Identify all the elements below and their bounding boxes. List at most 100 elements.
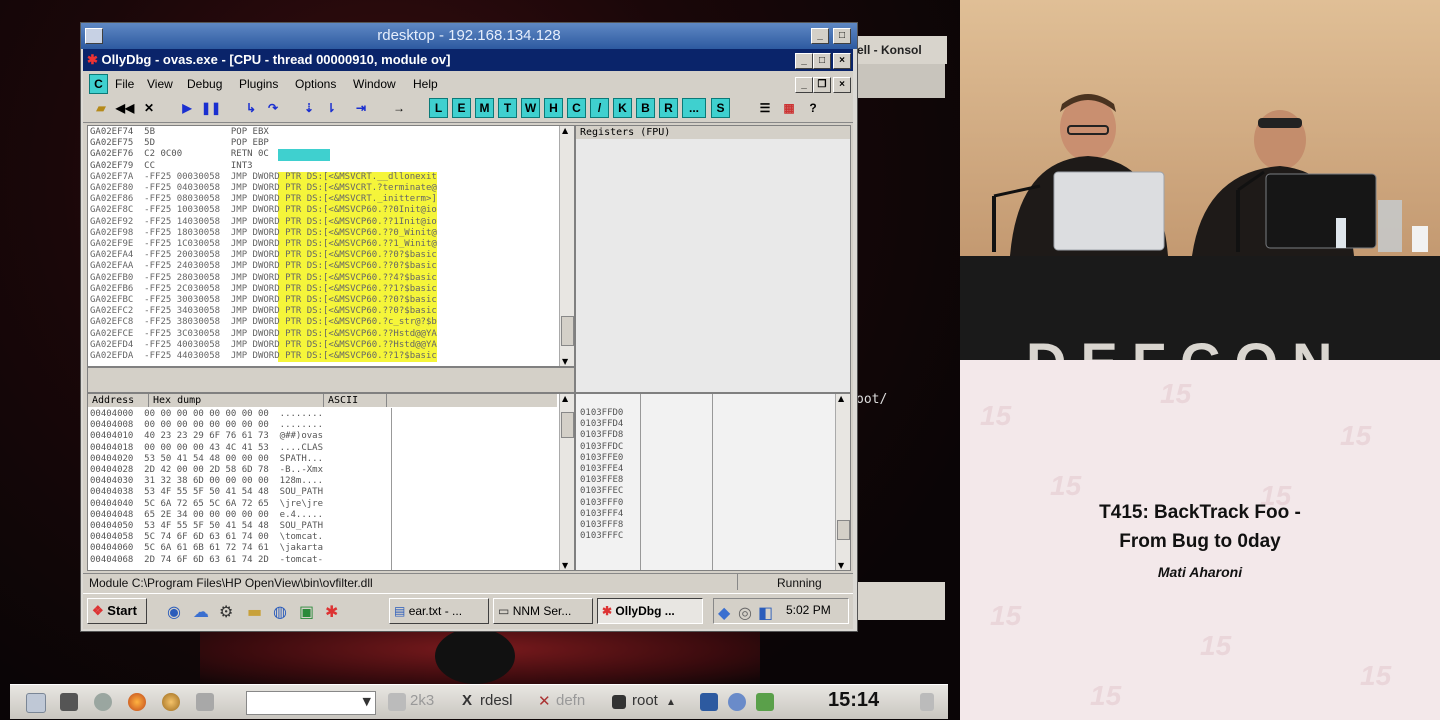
quicklaunch-network-icon[interactable]: ☁ xyxy=(193,602,209,621)
dump-address-header[interactable]: Address xyxy=(88,394,149,407)
kde-show-desktop-icon[interactable] xyxy=(26,693,46,713)
trace-into-icon[interactable]: ⇣ xyxy=(299,98,319,118)
toolbar-windows-button[interactable]: W xyxy=(521,98,540,118)
dumptext-row[interactable]: 00404008 00 00 00 00 00 00 00 00 .......… xyxy=(90,420,323,431)
olly-minimize-button[interactable]: _ xyxy=(795,53,813,69)
dumptext-row[interactable]: 00404040 5C 6A 72 65 5C 6A 72 65 \jre\jr… xyxy=(90,499,323,510)
disassembly-pane[interactable]: GA02EF74 5B POP EBX GA02EF75 5D POP EBP GA… xyxy=(87,125,575,367)
disasm-row[interactable]: GA02EF76 C2 0C00 RETN 0C xyxy=(90,149,437,161)
dumptext-row[interactable]: 00404018 00 00 00 00 43 4C 41 53 ....CLA… xyxy=(90,443,323,454)
quicklaunch-app-icon[interactable]: ▣ xyxy=(299,602,314,621)
menu-debug[interactable]: Debug xyxy=(187,77,222,91)
task-nnm-services[interactable]: ▭ NNM Ser... xyxy=(493,598,593,624)
kde-terminal-icon[interactable] xyxy=(60,693,78,711)
disasm-row[interactable]: GA02EFC8 -FF25 38030058 JMP DWORD PTR DS… xyxy=(90,317,437,329)
disassembly-scrollbar[interactable]: ▲ ▼ xyxy=(559,126,574,366)
ollydbg-title-bar[interactable]: ✱ OllyDbg - ovas.exe - [CPU - thread 000… xyxy=(83,49,853,71)
menu-file[interactable]: File xyxy=(115,77,134,91)
dumptext-row[interactable]: 00404048 65 2E 34 00 00 00 00 00 e.4....… xyxy=(90,510,323,521)
registers-header[interactable]: Registers (FPU) xyxy=(576,126,850,139)
menu-options[interactable]: Options xyxy=(295,77,336,91)
dumptext-row[interactable]: 00404068 2D 74 6F 6D 63 61 74 2D -tomcat… xyxy=(90,555,323,566)
appearance-icon[interactable]: ▦ xyxy=(779,98,799,118)
stacktext-row[interactable]: 0103FFD8 xyxy=(580,430,623,441)
close-icon[interactable]: ✕ xyxy=(139,98,159,118)
toolbar-patches-button[interactable]: / xyxy=(590,98,609,118)
goto-icon[interactable]: → xyxy=(389,98,409,118)
kde-task-2k3[interactable]: 2k3 xyxy=(410,692,434,709)
tray-monitor-icon[interactable]: ◧ xyxy=(758,603,773,622)
disasm-row[interactable]: GA02EF7A -FF25 00030058 JMP DWORD PTR DS… xyxy=(90,171,437,184)
dumptext-row[interactable]: 00404058 5C 74 6F 6D 63 61 74 00 \tomcat… xyxy=(90,532,323,543)
disasm-row[interactable]: GA02EFB0 -FF25 28030058 JMP DWORD PTR DS… xyxy=(90,272,437,284)
toolbar-threads-button[interactable]: T xyxy=(498,98,517,118)
rdesktop-maximize-button[interactable]: □ xyxy=(833,28,851,44)
disasm-row[interactable]: GA02EFDA -FF25 44030058 JMP DWORD PTR DS… xyxy=(90,351,437,363)
disasm-row[interactable]: GA02EF74 5B POP EBX xyxy=(90,127,437,138)
stacktext-row[interactable]: 0103FFD0 xyxy=(580,408,623,419)
cpu-window-icon[interactable]: C xyxy=(89,74,108,94)
stacktext-row[interactable]: 0103FFDC xyxy=(580,442,623,453)
rdesktop-menu-icon[interactable] xyxy=(85,28,103,44)
toolbar-references-button[interactable]: R xyxy=(659,98,678,118)
kde-task-root[interactable]: root xyxy=(632,692,658,709)
toolbar-memory-button[interactable]: M xyxy=(475,98,494,118)
disasm-row[interactable]: GA02EF98 -FF25 18030058 JMP DWORD PTR DS… xyxy=(90,227,437,240)
disasm-row[interactable]: GA02EFA4 -FF25 20030058 JMP DWORD PTR DS… xyxy=(90,250,437,262)
scroll-up-icon[interactable]: ▲ xyxy=(562,394,568,403)
dumptext-row[interactable]: 00404010 40 23 23 29 6F 76 61 73 @##)ova… xyxy=(90,431,323,442)
disasm-row[interactable]: GA02EFD4 -FF25 40030058 JMP DWORD PTR DS… xyxy=(90,339,437,352)
scroll-up-icon[interactable]: ▲ xyxy=(838,394,844,403)
disasm-row[interactable]: GA02EFC2 -FF25 34030058 JMP DWORD PTR DS… xyxy=(90,306,437,318)
dump-ascii-header[interactable]: ASCII xyxy=(324,394,387,407)
task-ear-txt[interactable]: ▤ ear.txt - ... xyxy=(389,598,489,624)
stacktext-row[interactable]: 0103FFD4 xyxy=(580,419,623,430)
rdesktop-minimize-button[interactable]: _ xyxy=(811,28,829,44)
kde-network-icon[interactable] xyxy=(700,693,718,711)
stacktext-row[interactable]: 0103FFF8 xyxy=(580,520,623,531)
dumptext-row[interactable]: 00404028 2D 42 00 00 2D 58 6D 78 -B..-Xm… xyxy=(90,465,323,476)
scroll-down-icon[interactable]: ▼ xyxy=(838,561,844,570)
dumptext-row[interactable]: 00404020 53 50 41 54 48 00 00 00 SPATH..… xyxy=(90,454,323,465)
child-restore-button[interactable]: ❐ xyxy=(813,77,831,93)
stacktext-row[interactable]: 0103FFFC xyxy=(580,531,623,542)
menu-view[interactable]: View xyxy=(147,77,173,91)
quicklaunch-ie-icon[interactable]: ◉ xyxy=(167,602,181,621)
kde-app-icon[interactable] xyxy=(162,693,180,711)
run-icon[interactable]: ▶ xyxy=(177,98,197,118)
disasm-row[interactable]: GA02EFAA -FF25 24030058 JMP DWORD PTR DS… xyxy=(90,261,437,273)
registers-pane[interactable]: Registers (FPU) xyxy=(575,125,851,393)
stacktext-row[interactable]: 0103FFE0 xyxy=(580,453,623,464)
step-into-icon[interactable]: ↳ xyxy=(241,98,261,118)
dumptext-row[interactable]: 00404030 31 32 38 6D 00 00 00 00 128m...… xyxy=(90,476,323,487)
kde-battery-icon[interactable] xyxy=(756,693,774,711)
kde-task-rdesktop[interactable]: rdesl xyxy=(480,692,513,709)
toolbar-cpu-button[interactable]: C xyxy=(567,98,586,118)
dump-hex-header[interactable]: Hex dump xyxy=(149,394,324,407)
dumptext-row[interactable]: 00404038 53 4F 55 5F 50 41 54 48 SOU_PAT… xyxy=(90,487,323,498)
rdesktop-title-bar[interactable]: rdesktop - 192.168.134.128 xyxy=(81,23,857,49)
stacktext-row[interactable]: 0103FFF0 xyxy=(580,498,623,509)
kde-firefox-icon[interactable] xyxy=(128,693,146,711)
quicklaunch-folder-icon[interactable]: ▬ xyxy=(247,602,262,621)
toolbar-callstack-button[interactable]: K xyxy=(613,98,632,118)
execute-till-return-icon[interactable]: ⇥ xyxy=(351,98,371,118)
olly-maximize-button[interactable]: □ xyxy=(813,53,831,69)
disasm-row[interactable]: GA02EF80 -FF25 04030058 JMP DWORD PTR DS… xyxy=(90,183,437,195)
pause-icon[interactable]: ❚❚ xyxy=(201,98,221,118)
disasm-row[interactable]: GA02EF75 5D POP EBP xyxy=(90,138,437,149)
kde-trash-icon[interactable] xyxy=(920,693,934,711)
disasm-row[interactable]: GA02EFB6 -FF25 2C030058 JMP DWORD PTR DS… xyxy=(90,283,437,296)
tray-clock[interactable]: 5:02 PM xyxy=(786,603,831,617)
help-icon[interactable]: ? xyxy=(803,98,823,118)
disasm-row[interactable]: GA02EF9E -FF25 1C030058 JMP DWORD PTR DS… xyxy=(90,239,437,251)
quicklaunch-browser-icon[interactable]: ◍ xyxy=(273,602,287,621)
quicklaunch-ollydbg-icon[interactable]: ✱ xyxy=(325,602,338,621)
kde-volume-icon[interactable] xyxy=(728,693,746,711)
disasm-row[interactable]: GA02EF79 CC INT3 xyxy=(90,161,437,172)
start-button[interactable]: ❖ Start xyxy=(87,598,147,624)
toolbar-runtrace-button[interactable]: ... xyxy=(682,98,706,118)
stacktext-row[interactable]: 0103FFE8 xyxy=(580,475,623,486)
toolbar-breakpoints-button[interactable]: B xyxy=(636,98,655,118)
dumptext-row[interactable]: 00404050 53 4F 55 5F 50 41 54 48 SOU_PAT… xyxy=(90,521,323,532)
